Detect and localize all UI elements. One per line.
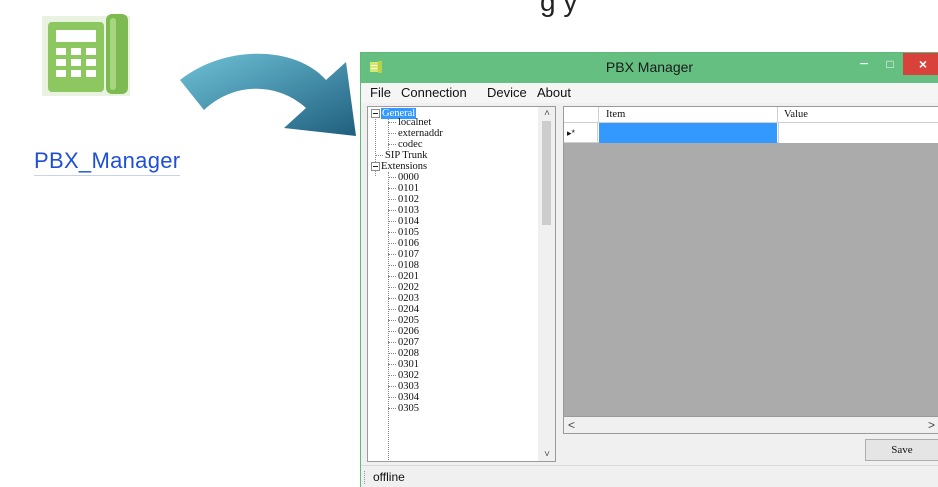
tree-node-extension[interactable]: 0108 [398,260,419,271]
extensions-collapse-icon[interactable] [371,162,380,171]
tree-node-extension[interactable]: 0106 [398,238,419,249]
tree-node-externaddr[interactable]: externaddr [398,128,443,139]
cell-value-editor[interactable] [778,123,938,143]
tree-node-codec[interactable]: codec [398,139,422,150]
tree-node-extension[interactable]: 0201 [398,271,419,282]
tree-node-extension[interactable]: 0107 [398,249,419,260]
menu-file[interactable]: File [370,85,391,100]
row-header-new-marker[interactable]: ▸* [564,123,598,143]
column-header-value[interactable]: Value [784,109,808,120]
tree-node-extension[interactable]: 0303 [398,381,419,392]
general-collapse-icon[interactable] [371,109,380,118]
tree-node-extension[interactable]: 0304 [398,392,419,403]
app-label-underline [34,175,181,176]
menu-device[interactable]: Device [487,85,527,100]
properties-grid[interactable]: Item Value ▸* [563,106,938,434]
maximize-button[interactable]: □ [877,55,903,75]
scroll-up-arrow-icon[interactable]: ˄ [538,108,556,119]
tree-node-extension[interactable]: 0302 [398,370,419,381]
tree-node-extension[interactable]: 0202 [398,282,419,293]
grid-header: Item Value [564,107,938,123]
tree-node-extension[interactable]: 0208 [398,348,419,359]
tree-vertical-scrollbar[interactable]: ˄ ˅ [538,106,556,462]
status-bar: offline [361,465,938,487]
tree-node-extension[interactable]: 0207 [398,337,419,348]
tree-node-extension[interactable]: 0204 [398,304,419,315]
column-header-item[interactable]: Item [606,109,625,120]
app-label[interactable]: PBX_Manager [34,148,181,176]
tree-node-extension[interactable]: 0305 [398,403,419,414]
tree-node-extension[interactable]: 0104 [398,216,419,227]
tree-node-extension[interactable]: 0301 [398,359,419,370]
cell-item-editor[interactable] [599,123,777,143]
status-grip-icon [364,471,366,484]
tree-node-extension[interactable]: 0105 [398,227,419,238]
tree-node-extension[interactable]: 0102 [398,194,419,205]
menu-about[interactable]: About [537,85,571,100]
menu-bar: File Connection Device About [361,83,938,103]
tree-node-extension[interactable]: 0000 [398,172,419,183]
phone-icon [42,14,130,96]
grid-horizontal-scrollbar[interactable]: < > [563,416,938,434]
grid-new-row[interactable]: ▸* [564,123,938,143]
app-label-text: PBX_Manager [34,148,181,173]
minimize-button[interactable]: − [851,55,877,75]
save-button[interactable]: Save [865,439,938,461]
close-button[interactable]: × [903,53,938,75]
tree-node-extension[interactable]: 0101 [398,183,419,194]
connection-status: offline [373,470,405,484]
settings-tree[interactable]: General localnet externaddr codec SIP Tr… [367,106,539,462]
tree-node-localnet[interactable]: localnet [398,117,431,128]
scroll-right-arrow-icon[interactable]: > [928,418,935,432]
tree-node-sip-trunk[interactable]: SIP Trunk [385,150,428,161]
curved-arrow-icon [180,53,356,136]
tree-node-extension[interactable]: 0206 [398,326,419,337]
tree-node-extension[interactable]: 0203 [398,293,419,304]
tree-node-extension[interactable]: 0103 [398,205,419,216]
tree-node-extension[interactable]: 0205 [398,315,419,326]
cropped-caption-text: g y [540,0,578,17]
menu-connection[interactable]: Connection [401,85,467,100]
scroll-left-arrow-icon[interactable]: < [568,418,575,432]
pbx-manager-app-icon[interactable] [38,8,134,98]
title-bar[interactable]: PBX Manager − □ × [361,53,938,83]
scroll-down-arrow-icon[interactable]: ˅ [538,449,556,460]
tree-node-extensions[interactable]: Extensions [381,161,427,172]
pbx-manager-window: PBX Manager − □ × File Connection Device… [360,52,938,487]
tree-scroll-thumb[interactable] [542,121,551,225]
